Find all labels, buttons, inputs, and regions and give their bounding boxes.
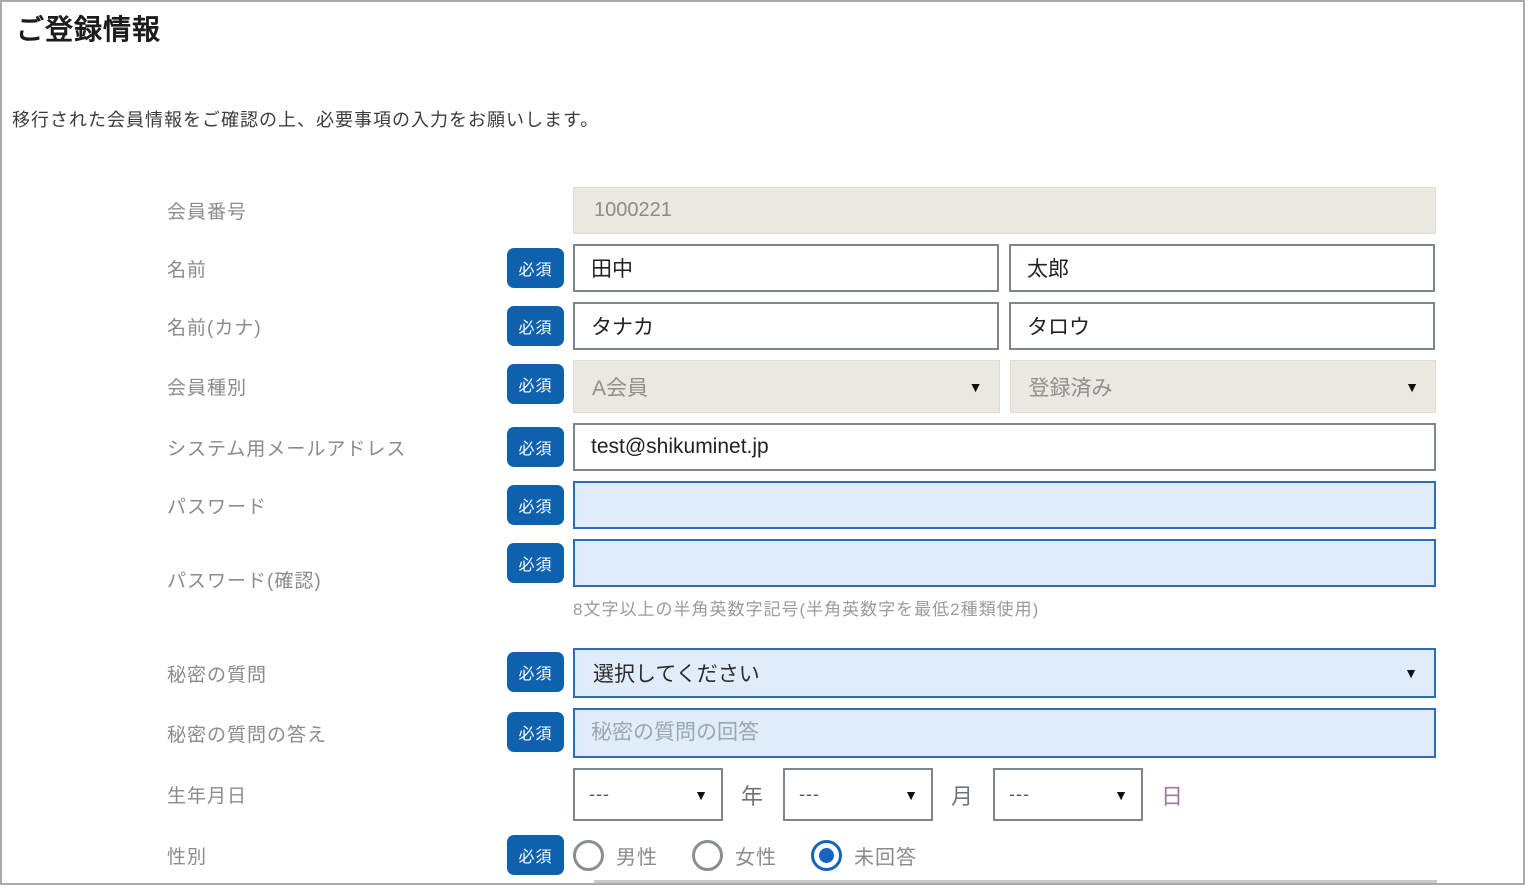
radio-checked-icon — [811, 840, 842, 871]
required-badge: 必須 — [507, 364, 564, 404]
gender-option-label: 女性 — [735, 841, 777, 870]
member-number-input — [573, 187, 1436, 234]
form-row-email: システム用メールアドレス 必須 — [2, 423, 1523, 471]
password-label: パスワード — [167, 492, 507, 519]
gender-radio-no-answer[interactable]: 未回答 — [811, 840, 917, 871]
required-badge: 必須 — [507, 835, 564, 875]
password-hint: 8文字以上の半角英数字記号(半角英数字を最低2種類使用) — [573, 595, 1436, 620]
birth-month-select[interactable]: --- ▼ — [783, 768, 933, 821]
password-input[interactable] — [573, 481, 1436, 529]
registration-form: 会員番号 名前 必須 名前(カナ) 必須 — [2, 187, 1523, 879]
password-confirm-label: パスワード(確認) — [167, 566, 507, 593]
required-badge: 必須 — [507, 543, 564, 583]
day-suffix-label: 日 — [1161, 779, 1183, 811]
password-confirm-input[interactable] — [573, 539, 1436, 587]
form-row-birth-date: 生年月日 --- ▼ 年 --- ▼ 月 --- ▼ 日 — [2, 768, 1523, 821]
secret-question-label: 秘密の質問 — [167, 660, 507, 687]
form-row-secret-answer: 秘密の質問の答え 必須 — [2, 708, 1523, 758]
member-status-value: 登録済み — [1029, 372, 1113, 402]
form-row-secret-question: 秘密の質問 必須 選択してください ▼ — [2, 648, 1523, 698]
required-badge: 必須 — [507, 712, 564, 752]
birth-year-select[interactable]: --- ▼ — [573, 768, 723, 821]
member-number-label: 会員番号 — [167, 197, 507, 224]
radio-icon — [692, 840, 723, 871]
gender-option-label: 未回答 — [854, 841, 917, 870]
required-badge: 必須 — [507, 306, 564, 346]
birth-year-value: --- — [589, 784, 610, 805]
required-badge: 必須 — [507, 248, 564, 288]
secret-question-value: 選択してください — [593, 658, 760, 688]
dropdown-arrow-icon: ▼ — [1404, 665, 1418, 681]
birth-day-value: --- — [1009, 784, 1030, 805]
form-row-name-kana: 名前(カナ) 必須 — [2, 302, 1523, 350]
name-kana-label: 名前(カナ) — [167, 313, 507, 340]
month-suffix-label: 月 — [951, 779, 973, 811]
member-type-value: A会員 — [592, 372, 648, 402]
dropdown-arrow-icon: ▼ — [1405, 379, 1419, 395]
form-row-member-number: 会員番号 — [2, 187, 1523, 234]
dropdown-arrow-icon: ▼ — [1114, 787, 1129, 803]
name-label: 名前 — [167, 255, 507, 282]
gender-label: 性別 — [167, 842, 507, 869]
birth-date-label: 生年月日 — [167, 781, 507, 808]
email-label: システム用メールアドレス — [167, 434, 507, 461]
dropdown-arrow-icon: ▼ — [904, 787, 919, 803]
year-suffix-label: 年 — [741, 779, 763, 811]
gender-radio-group: 男性 女性 未回答 — [573, 831, 917, 879]
form-row-password: パスワード 必須 — [2, 481, 1523, 529]
last-name-input[interactable] — [573, 244, 999, 292]
gender-radio-male[interactable]: 男性 — [573, 840, 658, 871]
form-row-member-type: 会員種別 必須 A会員 ▼ 登録済み ▼ — [2, 360, 1523, 413]
last-name-kana-input[interactable] — [573, 302, 999, 350]
member-type-select: A会員 ▼ — [573, 360, 1000, 413]
birth-month-value: --- — [799, 784, 820, 805]
radio-icon — [573, 840, 604, 871]
first-name-kana-input[interactable] — [1009, 302, 1435, 350]
required-badge: 必須 — [507, 427, 564, 467]
gender-option-label: 男性 — [616, 841, 658, 870]
dropdown-arrow-icon: ▼ — [694, 787, 709, 803]
birth-day-select[interactable]: --- ▼ — [993, 768, 1143, 821]
member-status-select: 登録済み ▼ — [1010, 360, 1437, 413]
gender-radio-female[interactable]: 女性 — [692, 840, 777, 871]
form-row-password-confirm: パスワード(確認) 必須 8文字以上の半角英数字記号(半角英数字を最低2種類使用… — [2, 539, 1523, 620]
next-field-top-edge — [594, 880, 1437, 883]
secret-answer-input[interactable] — [573, 708, 1436, 758]
page-title: ご登録情報 — [16, 8, 1523, 48]
first-name-input[interactable] — [1009, 244, 1435, 292]
form-row-gender: 性別 必須 男性 女性 未回答 — [2, 831, 1523, 879]
registration-page: ご登録情報 移行された会員情報をご確認の上、必要事項の入力をお願いします。 会員… — [0, 0, 1525, 885]
form-row-name: 名前 必須 — [2, 244, 1523, 292]
secret-answer-label: 秘密の質問の答え — [167, 720, 507, 747]
secret-question-select[interactable]: 選択してください ▼ — [573, 648, 1436, 698]
required-badge: 必須 — [507, 652, 564, 692]
required-badge: 必須 — [507, 485, 564, 525]
dropdown-arrow-icon: ▼ — [969, 379, 983, 395]
member-type-label: 会員種別 — [167, 373, 507, 400]
page-subtitle: 移行された会員情報をご確認の上、必要事項の入力をお願いします。 — [12, 106, 1523, 132]
email-input[interactable] — [573, 423, 1436, 471]
